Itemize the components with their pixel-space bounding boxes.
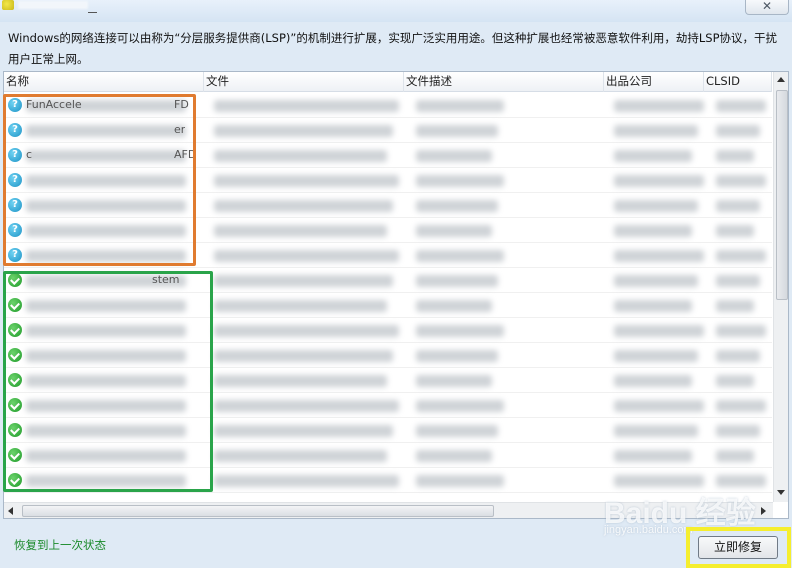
redacted-cell (614, 350, 698, 362)
redacted-cell (416, 450, 492, 462)
redacted-cell (416, 350, 498, 362)
redacted-cell (614, 225, 692, 237)
vertical-scroll-thumb[interactable] (776, 90, 788, 300)
redacted-cell (614, 475, 704, 487)
redacted-cell (416, 275, 498, 287)
redacted-cell (416, 300, 492, 312)
horizontal-scroll-thumb[interactable] (22, 505, 494, 517)
column-header-description[interactable]: 文件描述 (404, 72, 604, 92)
redacted-cell (214, 150, 387, 162)
redacted-cell (716, 325, 766, 337)
redacted-cell (416, 375, 492, 387)
redacted-cell (716, 300, 754, 312)
redacted-cell (214, 300, 387, 312)
window-title-blurred (18, 1, 88, 9)
redacted-cell (214, 425, 393, 437)
redacted-cell (416, 100, 504, 112)
redacted-cell (614, 375, 692, 387)
safe-entries-highlight (3, 271, 213, 492)
minimize-button[interactable] (84, 6, 100, 18)
redacted-cell (716, 225, 754, 237)
redacted-cell (614, 150, 692, 162)
redacted-cell (214, 475, 399, 487)
redacted-cell (716, 175, 766, 187)
redacted-cell (614, 300, 692, 312)
scroll-left-icon[interactable] (8, 507, 13, 515)
redacted-cell (716, 450, 754, 462)
redacted-cell (614, 400, 704, 412)
redacted-cell (716, 200, 760, 212)
redacted-cell (716, 350, 760, 362)
redacted-cell (416, 250, 504, 262)
vertical-scrollbar[interactable] (773, 72, 788, 502)
redacted-cell (214, 175, 399, 187)
repair-button-highlight (686, 527, 791, 568)
redacted-cell (416, 475, 504, 487)
redacted-cell (416, 400, 504, 412)
redacted-cell (214, 100, 399, 112)
app-icon (2, 0, 14, 10)
redacted-cell (716, 100, 766, 112)
redacted-cell (716, 275, 760, 287)
restore-previous-link[interactable]: 恢复到上一次状态 (14, 537, 106, 553)
redacted-cell (214, 400, 399, 412)
redacted-cell (716, 375, 754, 387)
redacted-cell (716, 475, 766, 487)
redacted-cell (214, 200, 393, 212)
redacted-cell (716, 400, 766, 412)
redacted-cell (716, 150, 754, 162)
column-header-company[interactable]: 出品公司 (604, 72, 704, 92)
description-text: Windows的网络连接可以由称为“分层服务提供商(LSP)”的机制进行扩展，实… (8, 31, 777, 66)
redacted-cell (214, 350, 393, 362)
redacted-cell (614, 200, 698, 212)
redacted-cell (614, 325, 704, 337)
redacted-cell (214, 225, 387, 237)
close-button[interactable]: ✕ (745, 0, 789, 15)
redacted-cell (416, 325, 504, 337)
redacted-cell (416, 425, 498, 437)
column-header-clsid[interactable]: CLSID (704, 72, 772, 92)
list-header: 名称 文件 文件描述 出品公司 CLSID (4, 72, 772, 92)
redacted-cell (416, 175, 504, 187)
redacted-cell (614, 100, 704, 112)
redacted-cell (214, 275, 393, 287)
redacted-cell (614, 425, 698, 437)
title-bar: ✕ (0, 0, 792, 22)
redacted-cell (614, 275, 698, 287)
redacted-cell (614, 250, 704, 262)
unknown-entries-highlight (3, 94, 196, 266)
redacted-cell (614, 125, 698, 137)
redacted-cell (416, 225, 492, 237)
redacted-cell (716, 125, 760, 137)
redacted-cell (214, 450, 387, 462)
column-header-file[interactable]: 文件 (204, 72, 404, 92)
scroll-up-icon[interactable] (777, 77, 785, 82)
redacted-cell (416, 125, 498, 137)
redacted-cell (416, 200, 498, 212)
redacted-cell (614, 450, 692, 462)
watermark-url: jingyan.baidu.com (604, 524, 693, 536)
redacted-cell (716, 250, 766, 262)
redacted-cell (416, 150, 492, 162)
redacted-cell (214, 125, 393, 137)
column-header-name[interactable]: 名称 (4, 72, 204, 92)
redacted-cell (214, 325, 399, 337)
redacted-cell (614, 175, 704, 187)
redacted-cell (214, 375, 387, 387)
redacted-cell (214, 250, 399, 262)
redacted-cell (716, 425, 760, 437)
